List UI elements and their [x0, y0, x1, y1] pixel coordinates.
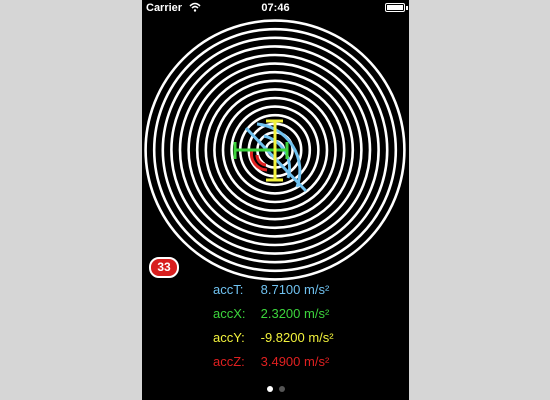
acc-z-label: accZ: — [213, 354, 245, 369]
page-dot-1[interactable] — [266, 386, 273, 392]
phone-screen: Carrier 07:46 33 accT: 8.7100 m/s² accX:… — [142, 0, 409, 400]
acc-z-readout: accZ: 3.4900 m/s² — [213, 354, 329, 369]
acc-y-readout: accY: -9.8200 m/s² — [213, 330, 334, 345]
acc-x-label: accX: — [213, 306, 246, 321]
acc-x-value: 2.3200 m/s² — [260, 306, 330, 321]
notification-badge[interactable]: 33 — [149, 257, 179, 278]
page-dot-2[interactable] — [278, 386, 285, 392]
acc-t-value: 8.7100 m/s² — [260, 282, 330, 297]
acc-t-label: accT: — [213, 282, 244, 297]
page-control[interactable] — [142, 379, 409, 397]
acc-x-readout: accX: 2.3200 m/s² — [213, 306, 329, 321]
acc-y-value: -9.8200 m/s² — [260, 330, 334, 345]
acc-z-value: 3.4900 m/s² — [260, 354, 330, 369]
acc-t-readout: accT: 8.7100 m/s² — [213, 282, 329, 297]
acc-y-label: accY: — [213, 330, 245, 345]
